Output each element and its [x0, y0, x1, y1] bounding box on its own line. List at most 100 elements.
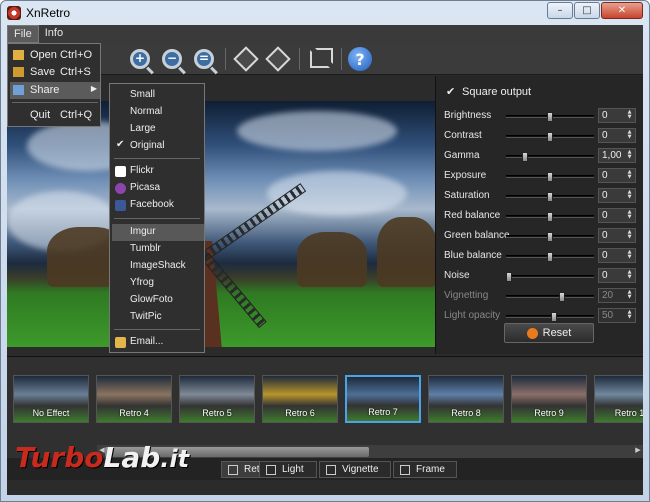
value-spinbox[interactable]: 0 ▲ ▼ [598, 128, 636, 143]
value-spinbox[interactable]: 0 ▲ ▼ [598, 108, 636, 123]
slider-row-contrast: Contrast 0 ▲ ▼ [444, 128, 640, 144]
slider-thumb[interactable] [559, 292, 566, 302]
share-yfrog[interactable]: Yfrog [112, 275, 204, 292]
slider-track[interactable] [506, 272, 594, 282]
close-button[interactable]: ✕ [601, 2, 643, 19]
value-spinbox[interactable]: 0 ▲ ▼ [598, 228, 636, 243]
share-glowfoto[interactable]: GlowFoto [112, 292, 204, 309]
effect-thumbnail[interactable]: Retro 10 [594, 375, 643, 423]
slider-track[interactable] [506, 112, 594, 122]
menu-quit[interactable]: Quit Ctrl+Q [10, 107, 100, 124]
menu-info[interactable]: Info [39, 25, 69, 43]
slider-thumb[interactable] [547, 232, 553, 242]
spin-arrows-icon[interactable]: ▲ ▼ [625, 110, 634, 121]
share-picasa[interactable]: Picasa [112, 180, 204, 197]
value-spinbox[interactable]: 0 ▲ ▼ [598, 208, 636, 223]
spin-arrows-icon[interactable]: ▲ ▼ [625, 230, 634, 241]
share-flickr[interactable]: Flickr [112, 163, 204, 180]
slider-track[interactable] [506, 192, 594, 202]
effect-thumbnail[interactable]: No Effect [13, 375, 89, 423]
zoom-in-button[interactable]: + [127, 46, 153, 72]
share-imageshack[interactable]: ImageShack [112, 258, 204, 275]
slider-track[interactable] [506, 212, 594, 222]
value-spinbox[interactable]: 0 ▲ ▼ [598, 248, 636, 263]
slider-thumb[interactable] [506, 272, 512, 282]
app-window: XnRetro – □ ✕ File Info + − = ? ✔ Square… [0, 0, 650, 502]
menu-open[interactable]: Open Ctrl+O [10, 47, 100, 64]
tab-light[interactable]: Light [259, 461, 317, 478]
file-menu: Open Ctrl+O Save Ctrl+S Share ▶ Quit Ctr… [7, 43, 101, 127]
spin-arrows-icon[interactable]: ▲ ▼ [625, 170, 634, 181]
spin-arrows-icon[interactable]: ▲ ▼ [625, 290, 634, 301]
value-spinbox[interactable]: 0 ▲ ▼ [598, 168, 636, 183]
slider-track[interactable] [506, 312, 594, 322]
slider-thumb[interactable] [551, 312, 558, 322]
value-spinbox[interactable]: 0 ▲ ▼ [598, 268, 636, 283]
photo-preview [7, 101, 435, 347]
spin-arrows-icon[interactable]: ▲ ▼ [625, 130, 634, 141]
reset-button[interactable]: Reset [504, 323, 594, 343]
slider-track[interactable] [506, 232, 594, 242]
reset-icon [526, 327, 538, 339]
rotate-left-button[interactable] [233, 46, 259, 72]
slider-thumb[interactable] [522, 152, 529, 162]
flickr-icon [115, 166, 126, 177]
share-email[interactable]: Email... [112, 334, 204, 351]
share-size-normal[interactable]: Normal [112, 104, 204, 121]
help-button[interactable]: ? [347, 46, 373, 72]
share-size-original[interactable]: ✔ Original [112, 138, 204, 155]
adjustments-panel: ✔ Square output Brightness 0 ▲ ▼ Contrast 0 ▲ ▼… [435, 76, 643, 354]
tab-vignette[interactable]: Vignette [319, 461, 391, 478]
slider-thumb[interactable] [547, 172, 553, 182]
maximize-button[interactable]: □ [574, 2, 600, 19]
effect-thumbnail[interactable]: Retro 7 [345, 375, 421, 423]
slider-thumb[interactable] [547, 212, 553, 222]
spinbox-value: 0 [602, 130, 608, 141]
scroll-right-icon[interactable]: ▶ [633, 446, 643, 458]
value-spinbox[interactable]: 1,00 ▲ ▼ [598, 148, 636, 163]
zoom-out-button[interactable]: − [159, 46, 185, 72]
title-bar[interactable]: XnRetro – □ ✕ [1, 1, 649, 25]
spin-arrows-icon[interactable]: ▲ ▼ [625, 270, 634, 281]
menu-file[interactable]: File [7, 25, 39, 43]
tab-frame[interactable]: Frame [393, 461, 457, 478]
slider-thumb[interactable] [547, 112, 553, 122]
slider-thumb[interactable] [547, 192, 553, 202]
spin-arrows-icon[interactable]: ▲ ▼ [625, 250, 634, 261]
effect-thumbnail[interactable]: Retro 9 [511, 375, 587, 423]
slider-thumb[interactable] [547, 132, 553, 142]
crop-button[interactable] [307, 46, 333, 72]
spinbox-value: 0 [602, 250, 608, 261]
slider-track[interactable] [506, 132, 594, 142]
effect-thumbnail[interactable]: Retro 8 [428, 375, 504, 423]
effect-thumbnail[interactable]: Retro 4 [96, 375, 172, 423]
share-facebook[interactable]: Facebook [112, 197, 204, 214]
spin-arrows-icon[interactable]: ▲ ▼ [625, 190, 634, 201]
spin-arrows-icon[interactable]: ▲ ▼ [625, 150, 634, 161]
rotate-right-button[interactable] [265, 46, 291, 72]
slider-track[interactable] [506, 152, 594, 162]
value-spinbox[interactable]: 50 ▲ ▼ [598, 308, 636, 323]
effect-thumbnail[interactable]: Retro 6 [262, 375, 338, 423]
slider-row-gamma: Gamma 1,00 ▲ ▼ [444, 148, 640, 164]
square-output-checkbox[interactable]: ✔ [446, 86, 456, 97]
value-spinbox[interactable]: 0 ▲ ▼ [598, 188, 636, 203]
share-size-small[interactable]: Small [112, 87, 204, 104]
slider-track[interactable] [506, 172, 594, 182]
share-tumblr[interactable]: Tumblr [112, 241, 204, 258]
slider-thumb[interactable] [547, 252, 553, 262]
share-imgur[interactable]: Imgur [112, 224, 204, 241]
menu-save[interactable]: Save Ctrl+S [10, 64, 100, 81]
slider-track[interactable] [506, 292, 594, 302]
menu-share[interactable]: Share ▶ [10, 82, 100, 99]
value-spinbox[interactable]: 20 ▲ ▼ [598, 288, 636, 303]
effect-thumbnail[interactable]: Retro 5 [179, 375, 255, 423]
spin-arrows-icon[interactable]: ▲ ▼ [625, 210, 634, 221]
slider-track[interactable] [506, 252, 594, 262]
share-twitpic[interactable]: TwitPic [112, 309, 204, 326]
zoom-fit-button[interactable]: = [191, 46, 217, 72]
share-size-large[interactable]: Large [112, 121, 204, 138]
minimize-button[interactable]: – [547, 2, 573, 19]
rotate-right-icon [265, 46, 291, 72]
spin-arrows-icon[interactable]: ▲ ▼ [625, 310, 634, 321]
